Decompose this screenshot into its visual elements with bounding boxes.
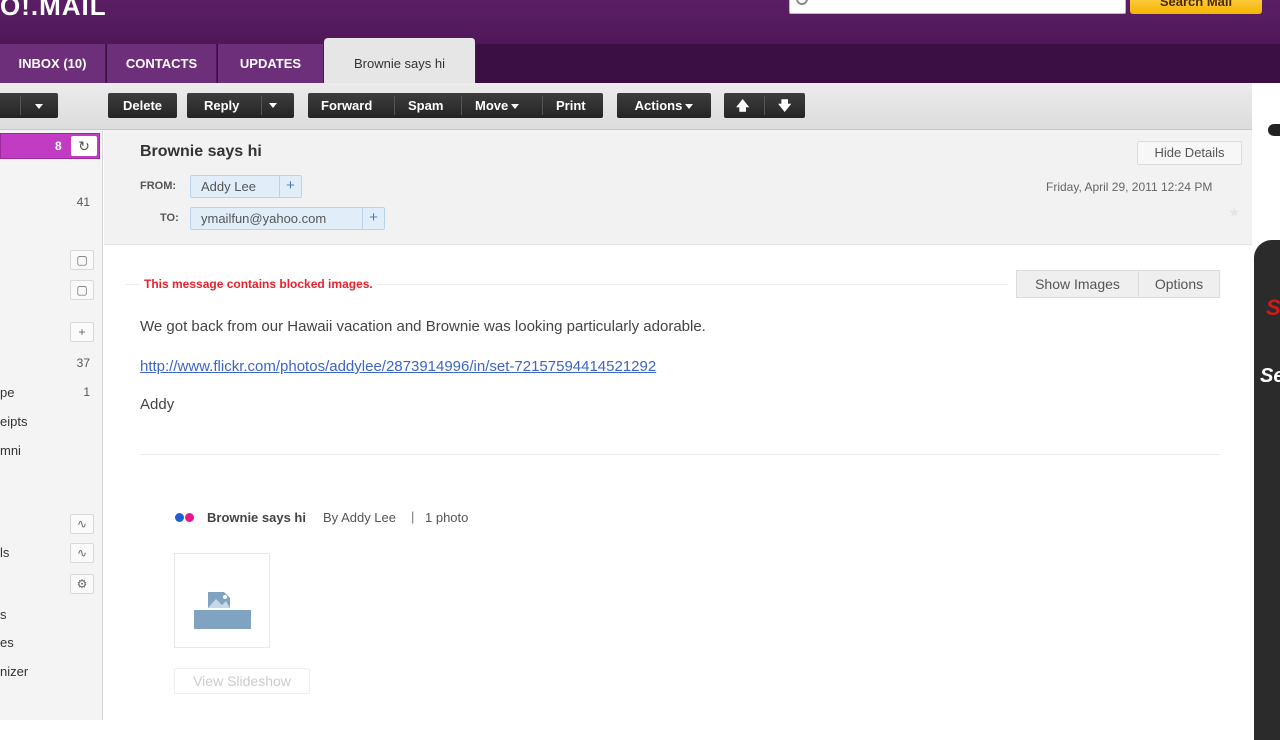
sidebar-item-receipts[interactable]: eipts [0,414,27,429]
tab-bar: INBOX (10) CONTACTS UPDATES Brownie says… [0,38,1280,83]
from-label: FROM: [140,180,177,192]
search-input[interactable] [789,0,1126,14]
move-label: Move [475,98,509,113]
to-label: TO: [160,212,179,224]
message-date: Friday, April 29, 2011 12:24 PM [1046,180,1213,194]
navigation-button-group: 🡅 🡇 [724,93,805,118]
flickr-separator: | [411,509,415,524]
photo-thumbnail[interactable] [174,553,270,648]
flickr-photo-count: 1 photo [425,510,469,525]
search-icon [796,0,808,5]
flickr-icon [175,513,197,523]
tab-message[interactable]: Brownie says hi [324,38,476,83]
chevron-down-icon [511,104,520,110]
ad-image: S Se [1254,240,1280,740]
yahoo-mail-logo[interactable]: O!.MAIL [0,0,107,22]
sidebar-item-alumni[interactable]: mni [0,443,21,458]
trash-icon[interactable]: ▢ [70,250,94,270]
folder-count: 1 [83,385,90,399]
actions-button[interactable]: Actions [617,93,711,118]
action-button-group: Forward Spam Move Print [308,93,603,118]
arrow-up-icon[interactable]: 🡅 [736,93,749,118]
spam-button[interactable]: Spam [408,93,443,118]
sidebar-item-app[interactable]: ls [0,545,9,560]
search-mail-button[interactable]: Search Mail [1130,0,1262,14]
delete-button[interactable]: Delete [108,93,177,118]
chevron-down-icon [35,104,43,110]
chevron-down-icon[interactable] [269,103,277,108]
tab-updates[interactable]: UPDATES [218,44,324,83]
sidebar-item-app[interactable]: s [0,607,7,622]
folder-count: 37 [76,356,90,370]
sidebar-item-folder[interactable]: pe [0,385,14,400]
compose-dropdown-button[interactable] [0,93,58,118]
image-placeholder-icon [194,592,251,629]
sidebar-item-app[interactable]: es [0,635,14,650]
sender-chip[interactable]: Addy Lee + [190,175,302,198]
tab-contacts[interactable]: CONTACTS [107,44,217,83]
arrow-down-icon[interactable]: 🡇 [778,93,791,118]
show-images-button[interactable]: Show Images [1016,270,1139,298]
add-contact-icon[interactable]: + [362,208,384,229]
flickr-author: By Addy Lee [323,510,396,525]
ad-fragment [1268,124,1280,136]
folder-sidebar: 8 ↻ 41 ▢ ▢ + 37 pe 1 eipts mni ∿ ls ∿ ⚙ … [0,130,103,720]
reply-label: Reply [204,98,240,113]
refresh-icon[interactable]: ↻ [71,136,97,156]
activity-icon[interactable]: ∿ [70,514,94,534]
blocked-images-notice: This message contains blocked images. [140,277,377,291]
star-icon[interactable]: ★ [1228,204,1241,221]
tab-inbox[interactable]: INBOX (10) [0,44,106,83]
body-divider [140,454,1220,455]
message-signature: Addy [140,396,175,413]
message-header: Brownie says hi FROM: Addy Lee + TO: yma… [104,130,1252,245]
view-slideshow-button[interactable]: View Slideshow [174,668,310,694]
flickr-link[interactable]: http://www.flickr.com/photos/addylee/287… [140,358,656,375]
header-bar: O!.MAIL Search Mail [0,0,1280,44]
inbox-unread-count: 8 [55,139,62,153]
activity-icon[interactable]: ∿ [70,543,94,563]
message-body: We got back from our Hawaii vacation and… [140,318,706,335]
sender-name: Addy Lee [201,179,256,194]
reply-button[interactable]: Reply [187,93,294,118]
gear-icon[interactable]: ⚙ [70,574,94,594]
trash-icon[interactable]: ▢ [70,280,94,300]
add-contact-icon[interactable]: + [279,176,301,197]
message-subject: Brownie says hi [140,143,262,160]
recipient-email: ymailfun@yahoo.com [201,211,327,226]
folder-count: 41 [76,195,90,209]
hide-details-button[interactable]: Hide Details [1137,141,1242,165]
flickr-set-title[interactable]: Brownie says hi [207,510,306,525]
recipient-chip[interactable]: ymailfun@yahoo.com + [190,207,385,230]
sidebar-item-organizer[interactable]: nizer [0,664,28,679]
move-button[interactable]: Move [475,93,520,118]
options-button[interactable]: Options [1138,270,1220,298]
add-folder-icon[interactable]: + [70,322,94,342]
actions-label: Actions [634,98,683,113]
sidebar-item-inbox[interactable]: 8 ↻ [0,133,100,159]
forward-button[interactable]: Forward [321,93,372,118]
message-toolbar: Delete Reply Forward Spam Move Print Act… [0,83,1252,130]
chevron-down-icon [685,104,694,110]
print-button[interactable]: Print [556,93,586,118]
